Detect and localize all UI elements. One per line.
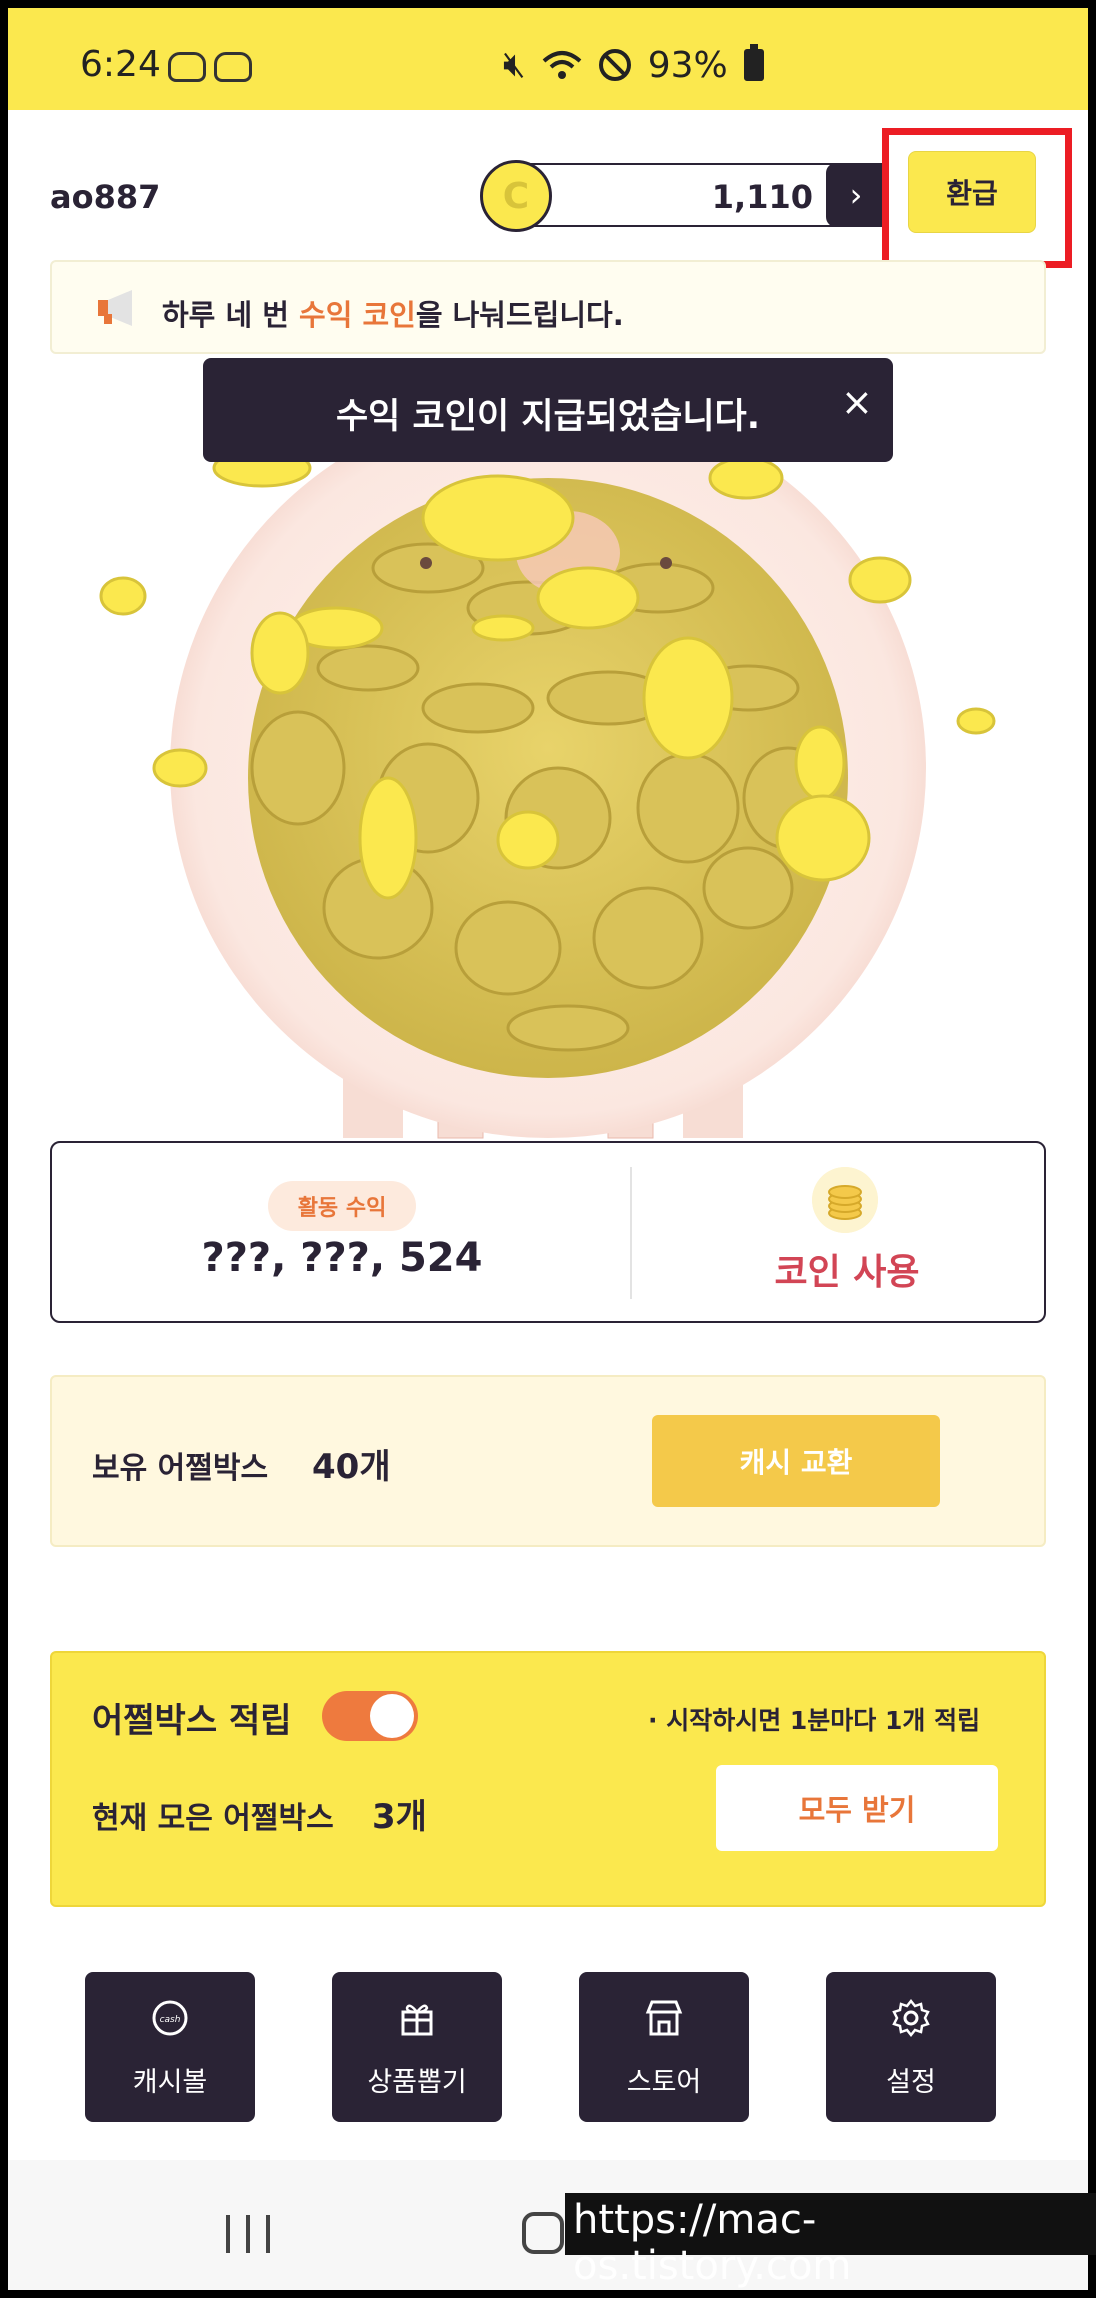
- app-notification-icon: [168, 52, 206, 82]
- status-bar: 6:24 🔇︎ 93%: [8, 8, 1088, 110]
- notice-text: 하루 네 번 수익 코인을 나눠드립니다.: [162, 292, 624, 334]
- notice-text-suffix: 을 나눠드립니다.: [415, 298, 624, 332]
- accumulate-title: 어쩔박스 적립: [92, 1701, 292, 1741]
- watermark: https://mac-os.tistory.com: [565, 2193, 1096, 2289]
- divider: [630, 1167, 632, 1299]
- store-icon: [645, 2000, 683, 2036]
- coin-icon: C: [480, 160, 552, 232]
- cash-exchange-button[interactable]: 캐시 교환: [652, 1415, 940, 1507]
- collected-boxes-count: 3개: [372, 1797, 427, 1837]
- gift-icon: [401, 2004, 433, 2036]
- home-icon[interactable]: [522, 2212, 564, 2254]
- app-notification-icon: [214, 52, 252, 82]
- battery-icon: [743, 44, 764, 81]
- box-holdings-card: 보유 어쩔박스 40개 캐시 교환: [50, 1375, 1046, 1547]
- wifi-icon: [542, 51, 582, 79]
- coin-stack-icon: [812, 1167, 878, 1233]
- notice-banner: 하루 네 번 수익 코인을 나눠드립니다.: [50, 260, 1046, 354]
- status-time: 6:24: [80, 44, 161, 85]
- username: ao887: [50, 178, 161, 216]
- close-icon[interactable]: ×: [841, 380, 873, 424]
- app-screen: 6:24 🔇︎ 93% ao887 C 1,110 › 환급 하루 네 번 수익…: [8, 8, 1088, 2290]
- nav-label: 설정: [886, 2067, 936, 2098]
- mute-icon: 🔇︎: [503, 44, 526, 85]
- box-holdings-count: 40개: [312, 1447, 391, 1487]
- status-indicators: 🔇︎ 93%: [503, 44, 764, 86]
- nav-label: 상품뽑기: [367, 2067, 467, 2098]
- box-accumulate-card: 어쩔박스 적립 · 시작하시면 1분마다 1개 적립 현재 모은 어쩔박스 3개…: [50, 1651, 1046, 1907]
- coin-balance: 1,110: [711, 178, 813, 216]
- earnings-card: 활동 수익 ???, ???, 524 코인 사용: [50, 1141, 1046, 1323]
- notice-text-highlight: 수익 코인: [299, 298, 416, 332]
- accumulate-hint: · 시작하시면 1분마다 1개 적립: [648, 1706, 981, 1735]
- nav-label: 캐시볼: [132, 2067, 208, 2098]
- nav-settings-button[interactable]: 설정: [826, 1972, 996, 2122]
- svg-text:cash: cash: [160, 2015, 181, 2025]
- status-app-icons: [168, 52, 252, 82]
- coin-use-button[interactable]: 코인 사용: [692, 1243, 1002, 1295]
- activity-earnings-badge: 활동 수익: [268, 1181, 416, 1231]
- receive-all-button[interactable]: 모두 받기: [716, 1765, 998, 1851]
- coin-detail-arrow-button[interactable]: ›: [826, 163, 886, 227]
- battery-percent: 93%: [647, 44, 728, 86]
- megaphone-icon: [98, 290, 132, 326]
- collected-boxes-label: 현재 모은 어쩔박스: [92, 1801, 334, 1836]
- nav-prize-draw-button[interactable]: 상품뽑기: [332, 1972, 502, 2122]
- cash-ball-icon: cash: [152, 2000, 188, 2036]
- recent-apps-icon[interactable]: [226, 2215, 270, 2253]
- accumulate-toggle[interactable]: [322, 1691, 418, 1741]
- toast-message: 수익 코인이 지급되었습니다.: [335, 397, 761, 437]
- nav-label: 스토어: [626, 2067, 702, 2098]
- toast-notification: 수익 코인이 지급되었습니다. ×: [203, 358, 893, 462]
- nav-store-button[interactable]: 스토어: [579, 1972, 749, 2122]
- refund-button[interactable]: 환급: [908, 151, 1036, 233]
- nav-cash-ball-button[interactable]: cash 캐시볼: [85, 1972, 255, 2122]
- do-not-disturb-icon: [598, 49, 631, 81]
- activity-earnings-value: ???, ???, 524: [201, 1235, 483, 1281]
- gear-icon: [892, 1998, 930, 2038]
- box-holdings-label: 보유 어쩔박스: [92, 1451, 269, 1486]
- piggy-bank-illustration[interactable]: [8, 358, 1088, 1148]
- toggle-knob: [370, 1694, 414, 1738]
- notice-text-prefix: 하루 네 번: [162, 298, 300, 332]
